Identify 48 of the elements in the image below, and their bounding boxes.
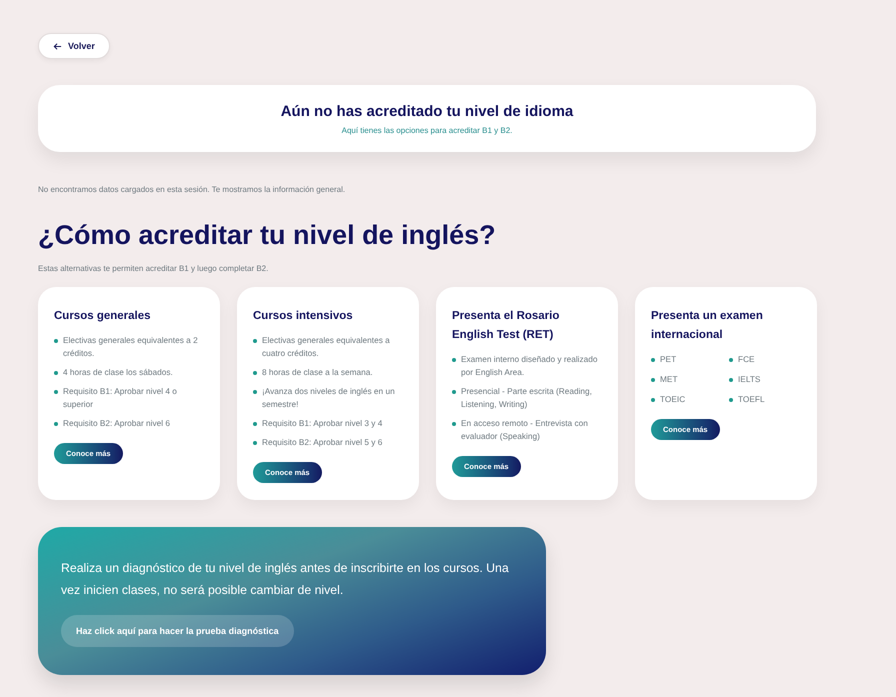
bullet-icon (651, 378, 655, 382)
card-item: PET (660, 353, 676, 366)
card-item: Requisito B2: Aprobar nivel 5 y 6 (262, 436, 382, 449)
bullet-icon (729, 398, 733, 402)
card-item: ¡Avanza dos niveles de inglés en un semestre! (262, 385, 396, 411)
bullet-icon (54, 422, 58, 426)
bullet-icon (452, 358, 456, 362)
back-arrow-icon (53, 42, 62, 50)
card-item: FCE (738, 353, 755, 366)
card-item: 8 horas de clase a la semana. (262, 366, 373, 379)
card-item: TOEIC (660, 393, 686, 406)
card-item: Electivas generales equivalentes a cuatro créditos. (262, 334, 391, 360)
card-item: Examen interno diseñado y realizado por English Area. (461, 353, 599, 379)
bullet-icon (54, 370, 58, 374)
bullet-icon (452, 422, 456, 426)
notice-text: No encontramos datos cargados en esta sesión. Te mostramos la información general. (38, 185, 346, 194)
card-item: Presencial - Parte escrita (Reading, Listening, Writing) (461, 385, 593, 411)
bullet-icon (651, 358, 655, 362)
card-title: Presenta el Rosario English Test (RET) (452, 309, 560, 343)
bullet-icon (651, 398, 655, 402)
diagnostic-text: Realiza un diagnóstico de tu nivel de inglés antes de inscribirte en los cursos. Una vez inicien clases, no será posible cambiar de nivel. (61, 560, 510, 599)
bullet-icon (452, 390, 456, 394)
bullet-icon (253, 370, 257, 374)
page-subheading: Estas alternativas te permiten acreditar B1 y luego completar B2. (38, 264, 270, 273)
bullet-icon (253, 338, 257, 342)
card-item: Requisito B1: Aprobar nivel 4 o superior (63, 385, 178, 411)
bullet-icon (729, 378, 733, 382)
back-button[interactable]: Volver (38, 33, 110, 59)
page-heading: ¿Cómo acreditar tu nivel de inglés? (38, 220, 497, 251)
card-item: 4 horas de clase los sábados. (63, 366, 173, 379)
card-item: IELTS (738, 373, 760, 386)
banner-subtitle: Aquí tienes las opciones para acreditar B1 y B2. (342, 126, 512, 134)
bullet-icon (54, 338, 58, 342)
card-item: En acceso remoto - Entrevista con evaluador (Speaking) (461, 417, 589, 443)
card-item: Electivas generales equivalentes a 2 créditos. (63, 334, 199, 360)
card-item: TOEFL (738, 393, 765, 406)
card-item: Requisito B1: Aprobar nivel 3 y 4 (262, 417, 382, 430)
bullet-icon (54, 390, 58, 394)
card-item: Requisito B2: Aprobar nivel 6 (63, 417, 170, 430)
banner-title: Aún no has acreditado tu nivel de idioma (280, 102, 574, 120)
card-title: Cursos intensivos (253, 309, 354, 324)
card-title: Cursos generales (54, 309, 152, 324)
card-item: MET (660, 373, 678, 386)
bullet-icon (253, 440, 257, 444)
bullet-icon (253, 422, 257, 426)
bullet-icon (253, 390, 257, 394)
bullet-icon (729, 358, 733, 362)
card-title: Presenta un examen internacional (651, 309, 764, 343)
